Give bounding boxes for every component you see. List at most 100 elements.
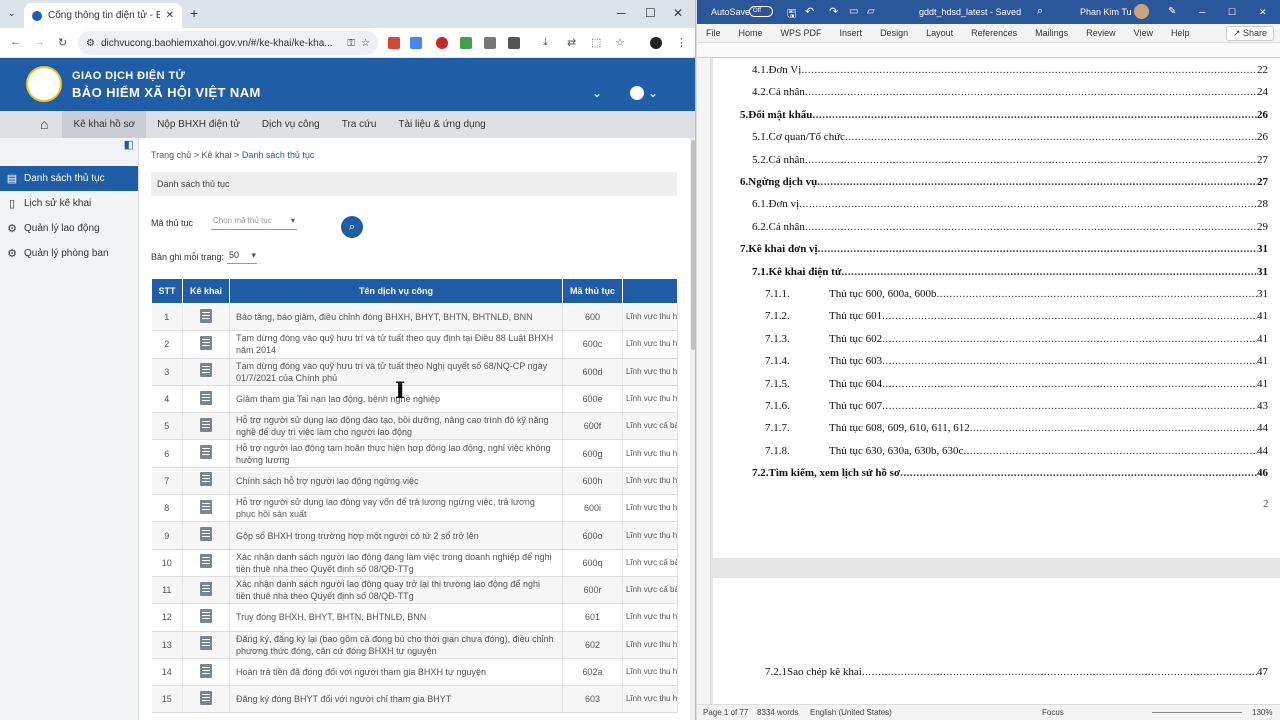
declare-document-icon[interactable] [200,499,212,514]
collapse-sidebar-icon[interactable]: ◧ [0,138,138,152]
user-account-icon[interactable] [630,86,644,100]
row-ke-khai[interactable] [182,494,230,523]
word-minimize-icon[interactable]: ─ [1199,7,1205,17]
declare-document-icon[interactable] [200,554,212,569]
row-ke-khai[interactable] [182,412,230,441]
row-ke-khai[interactable] [182,549,230,577]
sidebar-item-lich-su-ke-khai[interactable]: ▯ Lịch sử kê khai [0,191,138,216]
declare-document-icon[interactable] [200,417,212,432]
declare-document-icon[interactable] [200,663,212,678]
toc-entry[interactable]: 4.1. Đơn Vị22 [713,64,1268,76]
vertical-ruler[interactable] [697,58,711,704]
toc-entry[interactable]: 7.1.7.Thủ tục 608, 609, 610, 611, 61244 [713,422,1268,434]
favorites-icon[interactable]: ☆ [615,36,625,49]
word-tab-mailings[interactable]: Mailings [1026,28,1077,38]
new-tab-icon[interactable]: + [190,5,198,21]
declare-document-icon[interactable] [200,472,212,487]
language[interactable]: English (United States) [810,708,892,717]
table-row[interactable]: 2 Tạm dừng đóng vào quỹ hưu trí và tử tuấ… [151,330,678,359]
user-menu-chevron-icon[interactable]: ⌄ [648,86,658,100]
translate-page-icon[interactable]: ⇄ [567,36,576,49]
table-row[interactable]: 3 Tạm dừng đóng vào quỹ hưu trí và tử tuấ… [151,358,678,386]
row-ke-khai[interactable] [182,685,230,714]
toc-entry[interactable]: 7.1.3.Thủ tục 60241 [713,333,1268,345]
word-tab-view[interactable]: View [1125,28,1162,38]
redo-icon[interactable]: ↷ [829,5,838,18]
word-count[interactable]: 8334 words [757,708,798,717]
toc-entry[interactable]: 4.2. Cá nhân24 [713,86,1268,98]
tab-search-icon[interactable]: ⌄ [8,8,16,19]
new-doc-icon[interactable]: ▭ [849,6,858,17]
word-tab-home[interactable]: Home [730,28,772,38]
toc-entry[interactable]: 5. Đổi mật khẩu26 [713,109,1268,121]
home-icon[interactable]: ⌂ [0,111,62,138]
sidebar-item-quan-ly-phong-ban[interactable]: ⚙ Quản lý phòng ban [0,241,138,266]
nav-ke-khai-ho-so[interactable]: Kê khai hồ sơ [62,111,147,138]
declare-document-icon[interactable] [200,445,212,460]
table-row[interactable]: 14 Hoàn trả tiền đã đóng đối với người th… [151,658,678,687]
toc-entry[interactable]: 7.1. Kê khai điện tử31 [713,266,1268,278]
table-row[interactable]: 10 Xác nhận danh sách người lao động đang… [151,549,678,577]
toc-entry[interactable]: 7.1.1.Thủ tục 600, 600a, 600b31 [713,288,1268,300]
word-user-avatar[interactable] [1134,4,1149,19]
company-dropdown-icon[interactable]: ⌄ [592,86,602,100]
download-icon[interactable]: ⤓ [543,36,548,49]
page-scrollbar-thumb[interactable] [691,140,695,350]
declare-document-icon[interactable] [200,363,212,378]
gmail-extension-icon[interactable] [388,37,400,49]
sidebar-item-danh-sach-thu-tuc[interactable]: ▤ Danh sách thủ tục [0,166,138,191]
row-ke-khai[interactable] [182,358,230,386]
table-row[interactable]: 12 Truy đóng BHXH, BHYT, BHTN, BHTNLĐ, BN… [151,603,678,632]
zoom-slider[interactable] [1152,712,1242,713]
table-row[interactable]: 7 Chính sách hỗ trợ người lao động ngừng … [151,467,678,496]
word-tab-references[interactable]: References [962,28,1026,38]
declare-document-icon[interactable] [200,527,212,542]
word-tab-help[interactable]: Help [1162,28,1199,38]
breadcrumb-ke-khai[interactable]: Kê khai [202,150,232,160]
table-row[interactable]: 8 Hỗ trợ người sử dụng lao động vay vốn đ… [151,494,678,523]
declare-document-icon[interactable] [200,690,212,705]
menu-kebab-icon[interactable]: ⋮ [676,36,687,49]
row-ke-khai[interactable] [182,631,230,659]
table-row[interactable]: 13 Đăng ký, đăng ký lại (bao gồm cả đóng … [151,631,678,659]
word-tab-review[interactable]: Review [1077,28,1125,38]
toc-entry[interactable]: 7.1.6.Thủ tục 60743 [713,400,1268,412]
nav-tra-cuu[interactable]: Tra cứu [331,111,388,138]
undo-icon[interactable]: ↶ [805,5,814,18]
open-folder-icon[interactable]: ▱ [867,6,875,17]
table-row[interactable]: 1 Báo tăng, báo giảm, điều chỉnh đóng BHX… [151,303,678,332]
row-ke-khai[interactable] [182,467,230,496]
declare-document-icon[interactable] [200,390,212,405]
word-tab-insert[interactable]: Insert [831,28,872,38]
page-size-select[interactable]: 50 ▾ [227,250,257,264]
ribbon-display-icon[interactable]: ✎ [1168,6,1176,17]
row-ke-khai[interactable] [182,576,230,605]
save-icon[interactable]: 🖫 [787,5,796,24]
procedure-code-select[interactable]: Chọn mã thủ tục ▾ [211,216,297,230]
row-ke-khai[interactable] [182,658,230,687]
focus-button[interactable]: Focus [1042,708,1064,717]
browser-tab[interactable]: Cổng thông tin điện tử - Bảo hi... ✕ [24,3,182,28]
table-row[interactable]: 4 Giảm tham gia Tai nạn lao động, bệnh ng… [151,385,678,414]
minimize-icon[interactable]: ─ [617,6,626,20]
profile-avatar[interactable] [650,37,662,49]
table-row[interactable]: 6 Hỗ trợ người lao động tạm hoãn thực hiệ… [151,439,678,468]
row-ke-khai[interactable] [182,439,230,468]
word-tab-layout[interactable]: Layout [917,28,962,38]
word-tab-wps-pdf[interactable]: WPS PDF [772,28,831,38]
adblock-extension-icon[interactable] [436,37,448,49]
screenshot-icon[interactable]: ⬚ [591,36,601,49]
toc-entry[interactable]: 5.2. Cá nhân27 [713,154,1268,166]
password-key-icon[interactable]: ⚿ [347,38,355,49]
table-row[interactable]: 11 Xác nhận danh sách người lao động quay… [151,576,678,605]
translate-extension-icon[interactable] [410,37,422,49]
word-maximize-icon[interactable]: ☐ [1228,7,1236,18]
word-close-icon[interactable]: ✕ [1259,7,1267,18]
tab-close-icon[interactable]: ✕ [166,10,174,21]
bookmark-star-icon[interactable]: ☆ [361,38,370,49]
row-ke-khai[interactable] [182,385,230,414]
document-page[interactable]: 4.1. Đơn Vị22 4.2. Cá nhân24 5. Đổi mật kh… [713,58,1280,558]
close-window-icon[interactable]: ✕ [673,6,683,20]
declare-document-icon[interactable] [200,636,212,651]
row-ke-khai[interactable] [182,521,230,550]
